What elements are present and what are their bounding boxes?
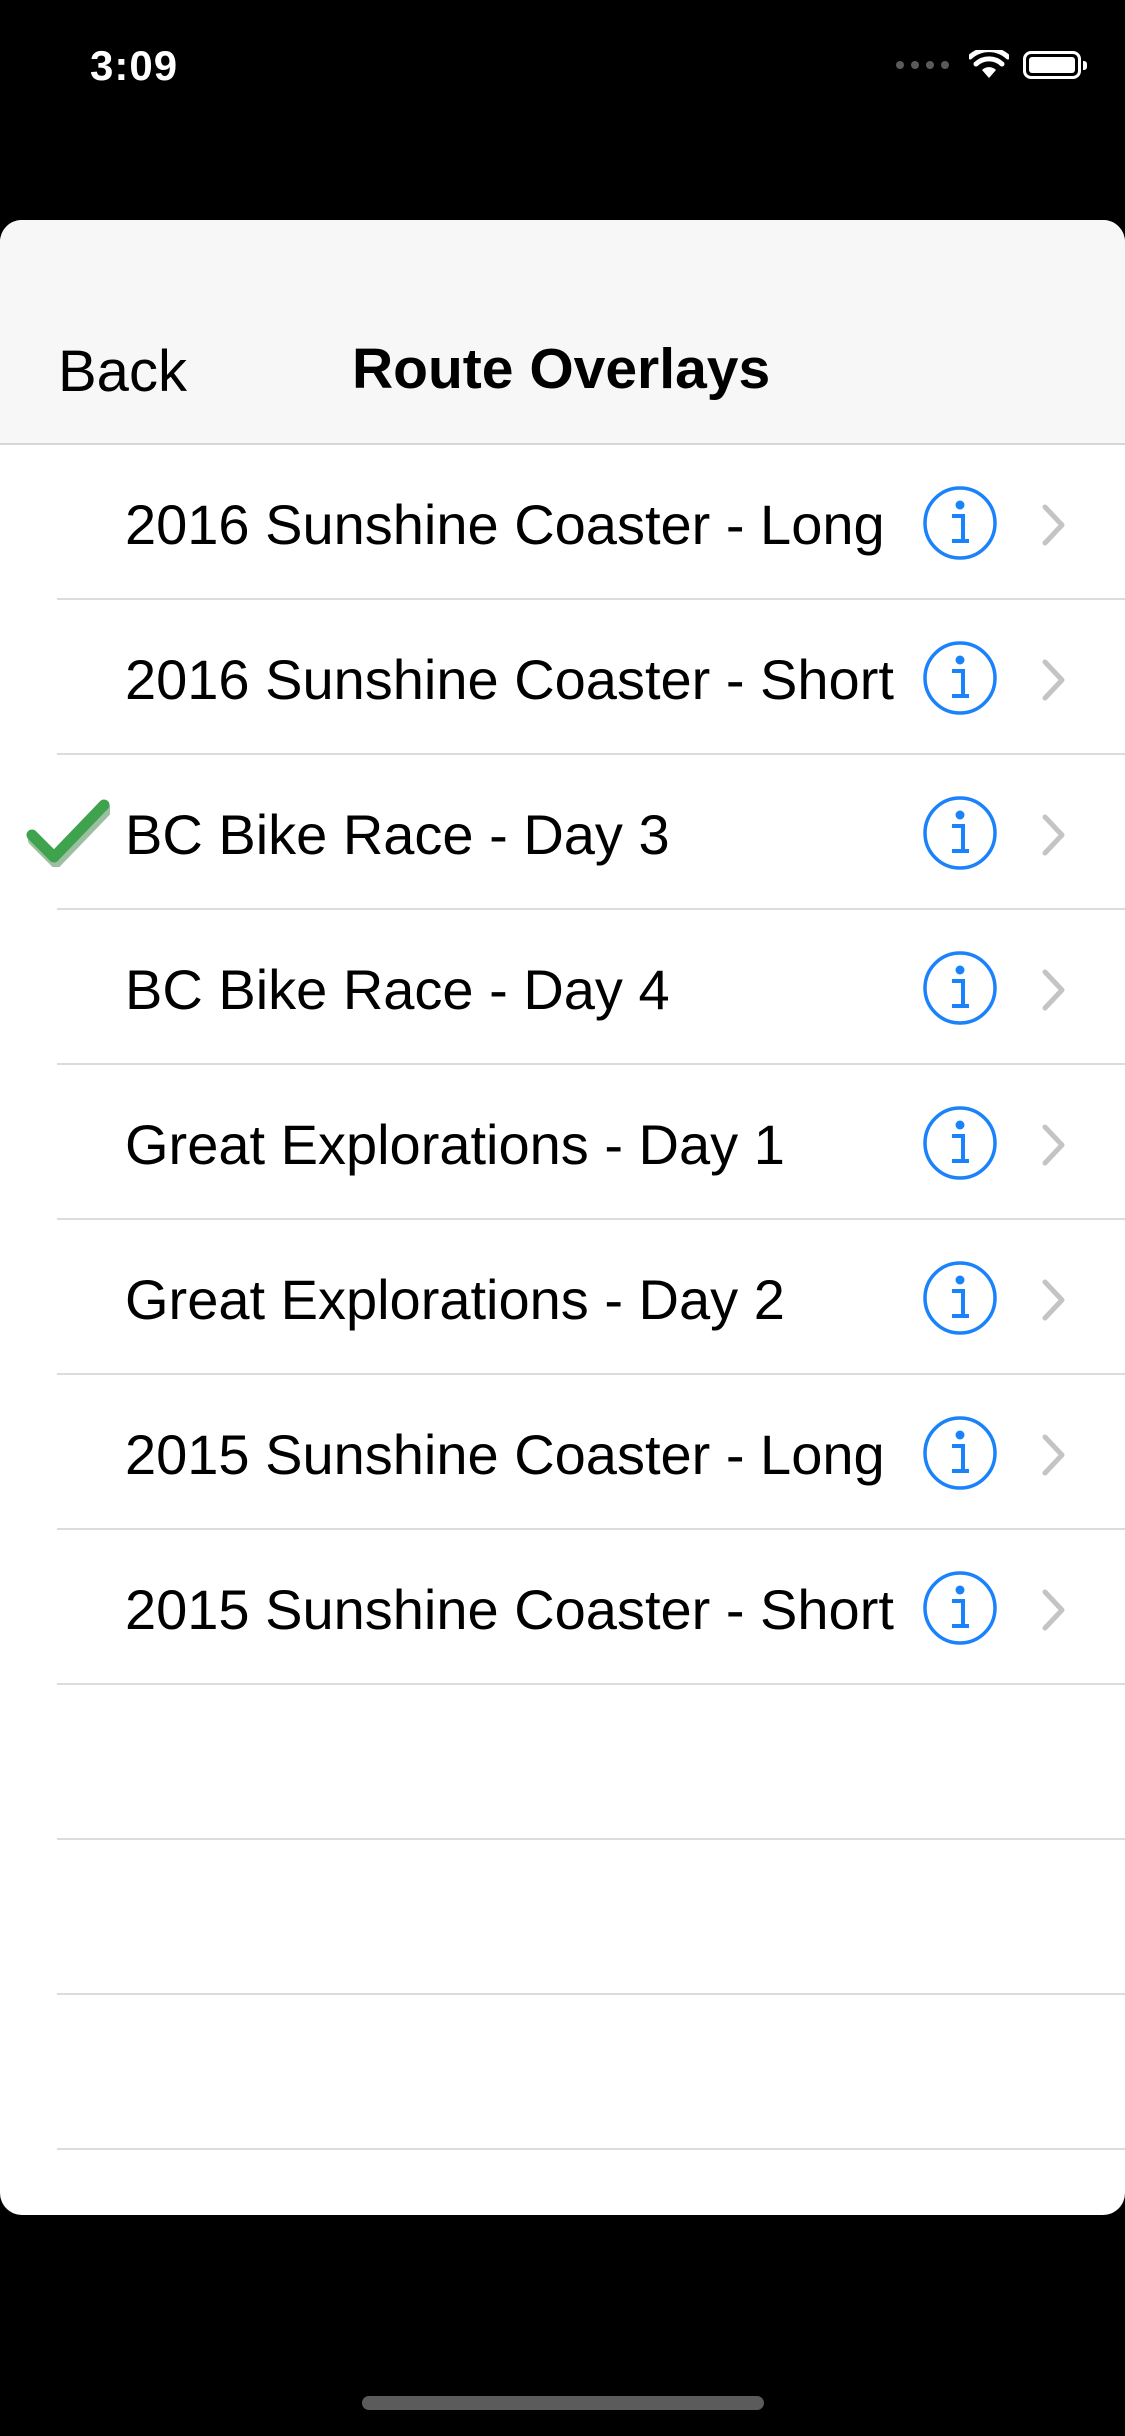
route-row[interactable]: 2016 Sunshine Coaster - Long (0, 445, 1125, 600)
chevron-right-icon (1040, 1123, 1068, 1167)
page-title: Route Overlays (352, 337, 771, 401)
route-row[interactable]: BC Bike Race - Day 3 (0, 755, 1125, 910)
route-row[interactable]: 2016 Sunshine Coaster - Short (0, 600, 1125, 755)
status-time: 3:09 (90, 42, 179, 89)
route-row[interactable]: Great Explorations - Day 2 (0, 1220, 1125, 1375)
route-row[interactable]: Great Explorations - Day 1 (0, 1065, 1125, 1220)
chevron-right-icon (1040, 1433, 1068, 1477)
checkmark-icon (26, 797, 112, 868)
chevron-right-icon (1040, 658, 1068, 702)
info-icon[interactable] (922, 640, 998, 716)
route-label: 2015 Sunshine Coaster - Long (125, 1423, 885, 1486)
route-label: 2016 Sunshine Coaster - Short (125, 648, 894, 711)
chevron-right-icon (1040, 1278, 1068, 1322)
navigation-bar: Back Route Overlays (0, 220, 1125, 445)
notch (248, 0, 877, 92)
route-label: 2015 Sunshine Coaster - Short (125, 1578, 894, 1641)
wifi-icon (969, 50, 1009, 80)
status-indicators (896, 50, 1087, 80)
chevron-right-icon (1040, 503, 1068, 547)
route-row[interactable]: BC Bike Race - Day 4 (0, 910, 1125, 1065)
route-row[interactable]: 2015 Sunshine Coaster - Long (0, 1375, 1125, 1530)
route-label: Great Explorations - Day 2 (125, 1268, 785, 1331)
route-label: BC Bike Race - Day 4 (125, 958, 670, 1021)
phone-screen: 3:09 Back Route Overlays 2016 Sunshine C… (0, 0, 1125, 2436)
battery-icon (1023, 51, 1087, 79)
info-icon[interactable] (922, 485, 998, 561)
chevron-right-icon (1040, 813, 1068, 857)
route-overlays-sheet: Back Route Overlays 2016 Sunshine Coaste… (0, 220, 1125, 2215)
info-icon[interactable] (922, 795, 998, 871)
cellular-signal-icon (896, 61, 949, 69)
back-button[interactable]: Back (58, 338, 187, 405)
empty-row (0, 1995, 1125, 2150)
route-label: Great Explorations - Day 1 (125, 1113, 785, 1176)
route-list: 2016 Sunshine Coaster - Long 2016 Sunshin… (0, 445, 1125, 2150)
home-indicator[interactable] (362, 2396, 764, 2410)
info-icon[interactable] (922, 1260, 998, 1336)
chevron-right-icon (1040, 1588, 1068, 1632)
chevron-right-icon (1040, 968, 1068, 1012)
info-icon[interactable] (922, 1570, 998, 1646)
empty-row (0, 1840, 1125, 1995)
empty-row (0, 1685, 1125, 1840)
info-icon[interactable] (922, 1415, 998, 1491)
route-row[interactable]: 2015 Sunshine Coaster - Short (0, 1530, 1125, 1685)
route-label: BC Bike Race - Day 3 (125, 803, 670, 866)
info-icon[interactable] (922, 950, 998, 1026)
route-label: 2016 Sunshine Coaster - Long (125, 493, 885, 556)
info-icon[interactable] (922, 1105, 998, 1181)
